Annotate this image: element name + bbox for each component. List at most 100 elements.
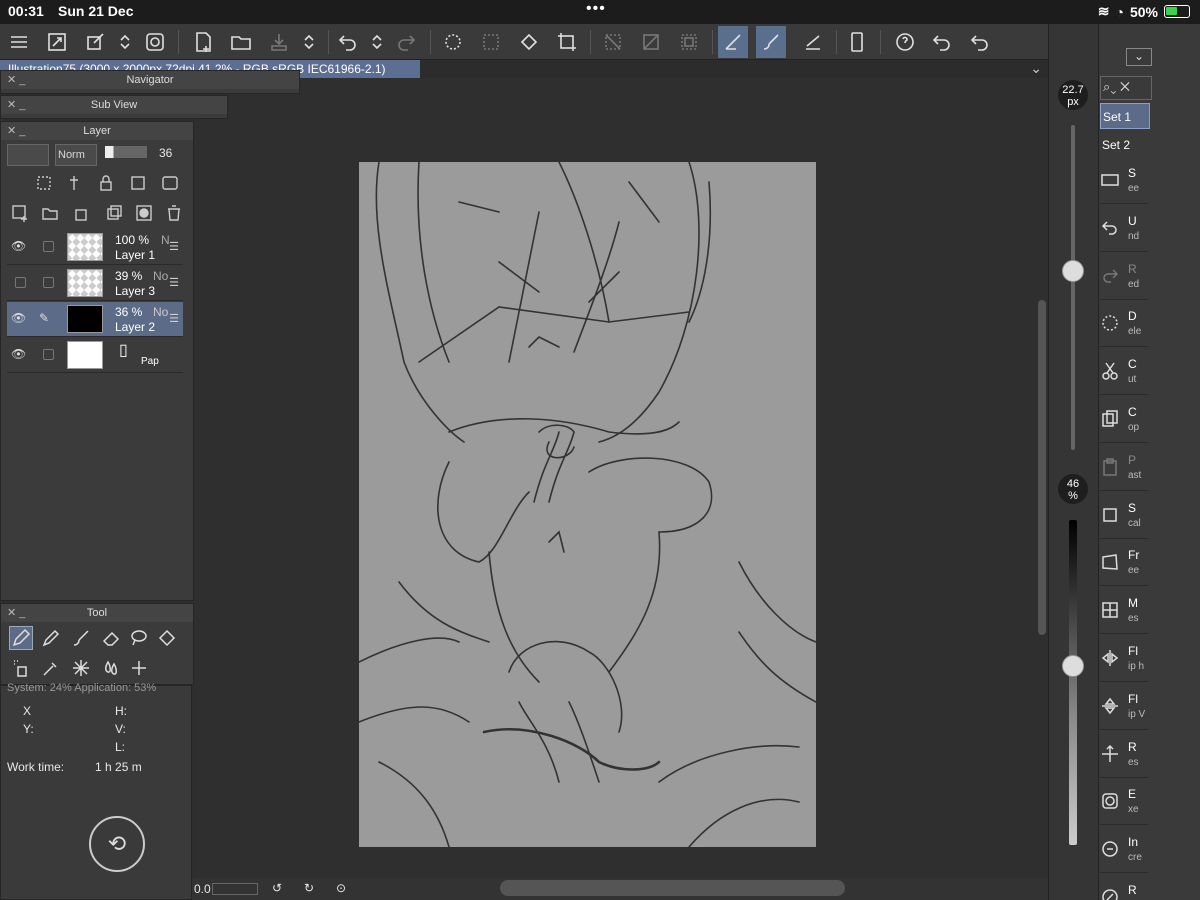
duplicate-layer-icon[interactable] (105, 204, 123, 222)
new-folder-icon[interactable] (41, 204, 59, 222)
clear-selection-icon[interactable] (598, 26, 628, 58)
layer-checkbox[interactable] (43, 349, 54, 360)
brush-tool-icon[interactable] (69, 626, 93, 650)
undo-icon[interactable] (964, 26, 994, 58)
layer-row-selected[interactable]: 👁 ✎ 36 % No Layer 2 ☰ (7, 302, 183, 337)
mask-icon[interactable] (161, 174, 179, 192)
horizontal-scrollbar[interactable] (500, 880, 845, 896)
spray-tool-icon[interactable] (9, 656, 33, 680)
command-item[interactable]: See (1100, 160, 1148, 204)
command-item[interactable]: Fl ip V (1100, 686, 1148, 730)
command-item[interactable]: Past (1100, 447, 1148, 491)
clipping-icon[interactable] (35, 174, 53, 192)
save-icon[interactable] (264, 26, 294, 58)
multitask-dots[interactable]: ••• (586, 0, 606, 18)
invert-selection-icon[interactable] (636, 26, 666, 58)
special-ruler-icon[interactable] (798, 26, 828, 58)
deselect-icon[interactable] (438, 26, 468, 58)
command-item[interactable]: Scal (1100, 495, 1148, 539)
layer-checkbox[interactable] (43, 241, 54, 252)
set-1-button[interactable]: Set 1 (1100, 103, 1150, 129)
command-item[interactable]: Fr ee (1100, 542, 1148, 587)
canvas-resize-icon[interactable] (42, 26, 72, 58)
undo-icon[interactable] (332, 26, 362, 58)
visibility-eye-icon[interactable]: 👁 (11, 311, 29, 325)
command-item[interactable]: Mes (1100, 590, 1148, 635)
command-item[interactable]: Red (1100, 877, 1148, 900)
blend-tool-icon[interactable] (99, 656, 123, 680)
command-item[interactable]: Red (1100, 256, 1148, 300)
rotate-screen-icon[interactable]: ⟲ (89, 816, 145, 872)
rotate-right-icon[interactable]: ↻ (304, 881, 314, 895)
device-icon[interactable] (842, 26, 872, 58)
eraser-tool-icon[interactable] (99, 626, 123, 650)
chevron-updown-icon[interactable] (294, 26, 324, 58)
command-item[interactable]: Dele (1100, 303, 1148, 348)
zoom-value[interactable]: 0.0 (194, 882, 211, 896)
eyedropper-tool-icon[interactable] (39, 656, 63, 680)
select-all-icon[interactable] (476, 26, 506, 58)
command-item[interactable]: Cut (1100, 351, 1148, 396)
layer-checkbox[interactable] (43, 277, 54, 288)
chevron-updown-icon[interactable] (110, 26, 140, 58)
fill-icon[interactable] (514, 26, 544, 58)
menu-icon[interactable] (4, 26, 34, 58)
layer-menu-icon[interactable]: ☰ (169, 276, 179, 289)
layer-color-dropdown[interactable] (7, 144, 49, 166)
set-2-button[interactable]: Set 2 (1100, 132, 1150, 158)
visibility-checkbox[interactable] (15, 277, 26, 288)
reset-rotation-icon[interactable]: ⊙ (336, 881, 346, 895)
chevron-updown-icon[interactable] (362, 26, 392, 58)
chevron-down-icon[interactable]: ⌄ (1126, 48, 1152, 66)
fill-tool-icon[interactable] (155, 626, 179, 650)
command-item[interactable]: Res (1100, 734, 1148, 778)
undo-icon[interactable] (926, 26, 956, 58)
canvas-paper[interactable] (359, 162, 816, 847)
ruler-snap-icon[interactable] (718, 26, 748, 58)
companion-icon[interactable] (140, 26, 170, 58)
lasso-tool-icon[interactable] (127, 626, 151, 650)
visibility-eye-icon[interactable]: 👁 (11, 347, 29, 361)
transform-icon[interactable] (80, 26, 110, 58)
layer-row[interactable]: 👁 100 % N Layer 1 ☰ (7, 230, 183, 265)
trash-icon[interactable] (165, 204, 183, 222)
vertical-scrollbar[interactable] (1038, 300, 1046, 635)
blend-mode-select[interactable]: Norm (55, 144, 97, 166)
selection-border-icon[interactable] (674, 26, 704, 58)
layer-row[interactable]: 39 % No Layer 3 ☰ (7, 266, 183, 301)
open-folder-icon[interactable] (226, 26, 256, 58)
reference-layer-icon[interactable] (65, 174, 83, 192)
search-icon[interactable]: ⌕⌄ ✕ (1100, 76, 1152, 100)
visibility-eye-icon[interactable]: 👁 (11, 239, 29, 253)
command-item[interactable]: Exe (1100, 781, 1148, 826)
brush-size-slider[interactable] (1071, 125, 1075, 450)
opacity-slider-strip[interactable] (1069, 520, 1077, 845)
command-item[interactable]: Cop (1100, 399, 1148, 443)
redo-icon[interactable] (392, 26, 422, 58)
command-item[interactable]: Fl ip h (1100, 638, 1148, 682)
merge-down-icon[interactable] (73, 204, 91, 222)
layer-opacity-value[interactable]: 36 (159, 146, 172, 160)
command-item[interactable]: In cre (1100, 829, 1148, 874)
new-file-icon[interactable] (188, 26, 218, 58)
pen-tool-icon[interactable] (9, 626, 33, 650)
rotate-left-icon[interactable]: ↺ (272, 881, 282, 895)
decoration-tool-icon[interactable] (127, 656, 151, 680)
brush-size-badge: 22.7 px (1058, 80, 1088, 110)
layer-menu-icon[interactable]: ☰ (169, 312, 179, 325)
magic-wand-tool-icon[interactable] (69, 656, 93, 680)
pencil-tool-icon[interactable] (39, 626, 63, 650)
help-icon[interactable] (890, 26, 920, 58)
opacity-slider[interactable] (105, 146, 147, 158)
layer-row[interactable]: 👁 ▯ Pap (7, 338, 183, 373)
new-layer-icon[interactable] (11, 204, 29, 222)
lock-icon[interactable] (97, 174, 115, 192)
zoom-slider[interactable] (212, 883, 258, 895)
chevron-down-icon[interactable]: ⌄ (1030, 60, 1042, 77)
layer-menu-icon[interactable]: ☰ (169, 240, 179, 253)
crop-icon[interactable] (552, 26, 582, 58)
lock-transparency-icon[interactable] (129, 174, 147, 192)
layer-mask-icon[interactable] (135, 204, 153, 222)
brush-snap-icon[interactable] (756, 26, 786, 58)
command-item[interactable]: Und (1100, 208, 1148, 252)
